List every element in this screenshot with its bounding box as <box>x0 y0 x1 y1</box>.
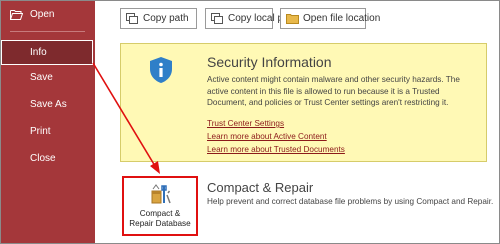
backstage-sidebar: Open Info Save Save As Print Close <box>0 0 95 244</box>
folder-open-icon <box>10 10 23 20</box>
compact-repair-description: Help prevent and correct database file p… <box>207 197 494 206</box>
copy-icon <box>211 13 223 24</box>
copy-path-button[interactable]: Copy path <box>120 8 197 29</box>
compact-repair-line-1: Compact & <box>139 209 181 218</box>
sidebar-item-label: Save As <box>30 99 67 110</box>
sidebar-item-label: Open <box>30 9 55 20</box>
copy-path-label: Copy path <box>143 13 189 24</box>
trusted-documents-link[interactable]: Learn more about Trusted Documents <box>207 145 345 154</box>
security-title: Security Information <box>207 54 332 70</box>
sidebar-item-save[interactable]: Save <box>0 65 95 91</box>
security-description: Active content might contain malware and… <box>207 75 460 107</box>
compact-repair-button-label: Compact & Repair Database <box>124 209 196 229</box>
active-content-link[interactable]: Learn more about Active Content <box>207 132 327 141</box>
copy-local-path-button[interactable]: Copy local path <box>205 8 297 29</box>
compact-repair-title: Compact & Repair <box>207 180 314 195</box>
sidebar-item-open[interactable]: Open <box>0 2 95 28</box>
sidebar-item-label: Print <box>30 126 51 137</box>
security-information-panel: Security Information Active content migh… <box>120 43 487 162</box>
sidebar-item-label: Save <box>30 72 53 83</box>
sidebar-item-save-as[interactable]: Save As <box>0 92 95 118</box>
open-file-location-label: Open file location <box>303 13 381 24</box>
copy-icon <box>126 13 138 24</box>
sidebar-item-print[interactable]: Print <box>0 119 95 145</box>
shield-info-icon <box>150 57 172 83</box>
sidebar-item-close[interactable]: Close <box>0 146 95 172</box>
sidebar-divider <box>10 31 85 32</box>
sidebar-item-label: Info <box>30 47 47 58</box>
open-file-location-button[interactable]: Open file location <box>280 8 380 29</box>
sidebar-item-info[interactable]: Info <box>1 40 93 65</box>
folder-icon <box>286 14 299 24</box>
compact-repair-line-2: Repair Database <box>129 219 191 228</box>
compact-repair-button[interactable]: Compact & Repair Database <box>122 176 198 236</box>
trust-center-settings-link[interactable]: Trust Center Settings <box>207 119 284 128</box>
sidebar-item-label: Close <box>30 153 56 164</box>
compact-repair-icon <box>151 184 171 204</box>
